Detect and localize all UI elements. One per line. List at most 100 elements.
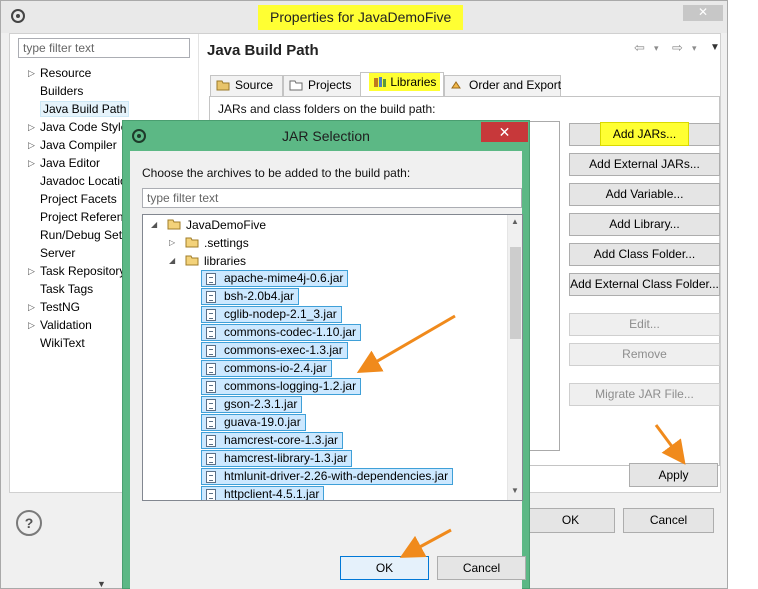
nav-item-label: Java Code Style [40, 120, 128, 134]
history-nav: ⇦ ▾ ⇨ ▾ ▼ [626, 40, 721, 58]
migrate-jar-button[interactable]: Migrate JAR File... [569, 383, 720, 406]
nav-filter-input[interactable]: type filter text [18, 38, 190, 58]
jar-file-row[interactable]: gson-2.3.1.jar [201, 396, 303, 413]
properties-close-button[interactable]: ✕ [683, 5, 723, 21]
scrollbar-thumb[interactable] [510, 247, 521, 339]
jar-file-row[interactable]: cglib-nodep-2.1_3.jar [201, 306, 342, 323]
jar-filter-input[interactable]: type filter text [142, 188, 522, 208]
jar-file-row[interactable]: guava-19.0.jar [201, 414, 306, 431]
nav-scroll-down-icon[interactable]: ▼ [97, 579, 106, 589]
tab-projects[interactable]: Projects [283, 75, 362, 96]
jar-file-icon [206, 453, 216, 465]
remove-button[interactable]: Remove [569, 343, 720, 366]
forward-arrow-icon[interactable]: ⇨ [672, 40, 683, 56]
jar-file-label: commons-logging-1.2.jar [224, 379, 357, 393]
tab-libraries[interactable]: Libraries [360, 72, 444, 97]
scroll-down-icon[interactable]: ▼ [511, 486, 519, 495]
expand-icon[interactable]: ▷ [28, 316, 35, 334]
jar-file-label: hamcrest-library-1.3.jar [224, 451, 348, 465]
expand-icon[interactable]: ▷ [28, 262, 35, 280]
tab-projects-label: Projects [308, 78, 352, 92]
tab-libraries-label: Libraries [390, 75, 437, 89]
jar-file-row[interactable]: commons-exec-1.3.jar [201, 342, 348, 359]
jar-dialog-close-button[interactable]: ✕ [481, 122, 528, 142]
jar-file-icon [206, 399, 216, 411]
nav-item-label: Server [40, 246, 76, 260]
jar-dialog-titlebar[interactable]: JAR Selection ✕ [123, 121, 529, 151]
add-external-jars-button[interactable]: Add External JARs... [569, 153, 720, 176]
nav-item[interactable]: Java Build Path [10, 100, 195, 118]
jar-file-icon [206, 345, 216, 357]
collapse-icon[interactable]: ◢ [169, 252, 175, 270]
jar-file-row[interactable]: bsh-2.0b4.jar [201, 288, 300, 305]
jar-selection-dialog: JAR Selection ✕ Choose the archives to b… [122, 120, 530, 589]
tab-order-export[interactable]: Order and Export [444, 75, 561, 96]
jar-file-icon [206, 435, 216, 447]
jar-file-icon [206, 381, 216, 393]
back-menu-icon[interactable]: ▾ [654, 43, 659, 54]
add-library-button[interactable]: Add Library... [569, 213, 720, 236]
expand-icon[interactable]: ▷ [28, 154, 35, 172]
jar-file-icon [206, 363, 216, 375]
nav-item-label: Java Editor [40, 156, 101, 170]
jar-file-row[interactable]: apache-mime4j-0.6.jar [201, 270, 349, 287]
tab-libraries-highlight: Libraries [369, 73, 441, 91]
apply-button[interactable]: Apply [629, 463, 718, 487]
jar-file-icon [206, 273, 216, 285]
nav-item-label: Task Tags [40, 282, 94, 296]
tab-source-label: Source [235, 78, 274, 92]
nav-item-label: Task Repository [40, 264, 126, 278]
nav-item-label: Resource [40, 66, 92, 80]
jar-file-label: httpclient-4.5.1.jar [224, 487, 320, 501]
back-arrow-icon[interactable]: ⇦ [634, 40, 645, 56]
nav-item[interactable]: ▷ Resource [10, 64, 195, 82]
jar-file-icon [206, 471, 216, 483]
jar-file-row[interactable]: commons-io-2.4.jar [201, 360, 332, 377]
jar-tree-scrollbar[interactable]: ▲ ▼ [507, 215, 522, 500]
jar-dialog-title: JAR Selection [282, 128, 370, 144]
nav-item[interactable]: Builders [10, 82, 195, 100]
add-jars-button[interactable]: Add JARs... [569, 122, 720, 146]
help-icon[interactable]: ? [16, 510, 42, 536]
jar-cancel-button[interactable]: Cancel [437, 556, 526, 580]
tab-source[interactable]: Source [210, 75, 283, 96]
expand-icon[interactable]: ▷ [28, 298, 35, 316]
expand-icon[interactable]: ▷ [28, 64, 35, 82]
jar-file-row[interactable]: commons-logging-1.2.jar [201, 378, 362, 395]
jar-file-row[interactable]: hamcrest-core-1.3.jar [201, 432, 344, 449]
forward-menu-icon[interactable]: ▾ [692, 43, 697, 54]
add-variable-button[interactable]: Add Variable... [569, 183, 720, 206]
expand-icon[interactable]: ▷ [28, 136, 35, 154]
project-folder-icon [167, 219, 181, 230]
jar-file-row[interactable]: htmlunit-driver-2.26-with-dependencies.j… [201, 468, 454, 485]
expand-icon[interactable]: ▷ [169, 234, 175, 252]
source-folder-icon [216, 80, 230, 91]
cancel-button[interactable]: Cancel [623, 508, 714, 533]
nav-item-label: WikiText [40, 336, 85, 350]
jar-ok-button[interactable]: OK [340, 556, 429, 580]
scroll-up-icon[interactable]: ▲ [511, 217, 519, 226]
view-menu-icon[interactable]: ▼ [710, 42, 720, 53]
jar-file-row[interactable]: commons-codec-1.10.jar [201, 324, 362, 341]
jar-dialog-caption: Choose the archives to be added to the b… [142, 166, 411, 180]
nav-item-label: Java Build Path [40, 101, 130, 117]
jar-file-label: gson-2.3.1.jar [224, 397, 298, 411]
ok-button[interactable]: OK [526, 508, 615, 533]
jar-file-label: commons-codec-1.10.jar [224, 325, 357, 339]
collapse-icon[interactable]: ◢ [151, 216, 157, 234]
jar-file-icon [206, 291, 216, 303]
panel-caption: JARs and class folders on the build path… [218, 102, 436, 116]
expand-icon[interactable]: ▷ [28, 118, 35, 136]
nav-item-label: TestNG [40, 300, 81, 314]
add-external-class-folder-button[interactable]: Add External Class Folder... [569, 273, 720, 296]
jar-file-icon [206, 489, 216, 500]
jar-file-label: apache-mime4j-0.6.jar [224, 271, 344, 285]
jar-file-icon [206, 327, 216, 339]
properties-titlebar[interactable]: Properties for JavaDemoFive ✕ [1, 1, 727, 33]
jar-dialog-client: Choose the archives to be added to the b… [130, 151, 526, 589]
add-class-folder-button[interactable]: Add Class Folder... [569, 243, 720, 266]
jar-file-row[interactable]: hamcrest-library-1.3.jar [201, 450, 353, 467]
edit-button[interactable]: Edit... [569, 313, 720, 336]
jar-tree[interactable]: ◢ JavaDemoFive ▷ .settings ◢ libraries a… [142, 214, 523, 501]
jar-file-row[interactable]: httpclient-4.5.1.jar [201, 486, 325, 501]
